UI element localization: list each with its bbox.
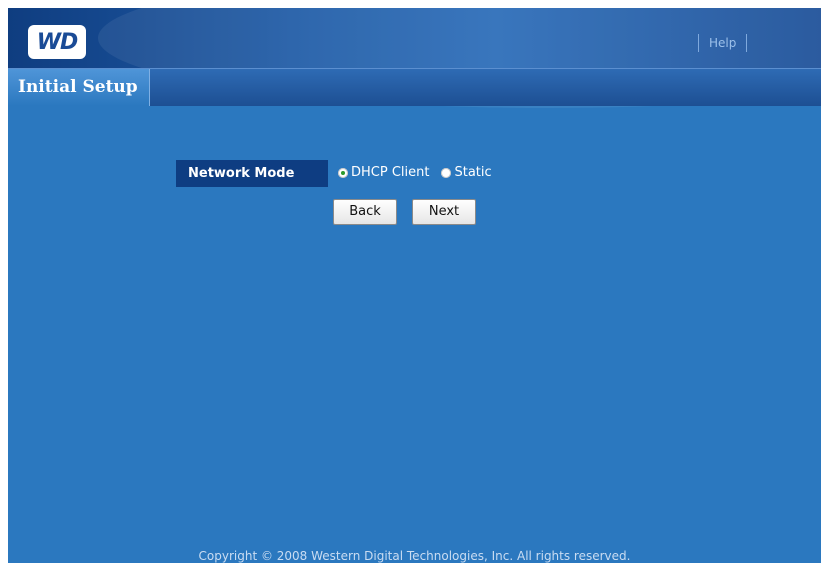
- radio-dhcp-label: DHCP Client: [351, 165, 430, 180]
- network-mode-radio-group: DHCP Client Static: [338, 165, 504, 180]
- divider: [698, 34, 699, 52]
- divider: [746, 34, 748, 52]
- back-button[interactable]: Back: [333, 199, 397, 225]
- radio-static-label: Static: [454, 165, 492, 180]
- radio-dhcp-client[interactable]: DHCP Client: [338, 165, 429, 180]
- app-frame: WD Help Initial Setup Network Mode DHCP …: [8, 8, 821, 563]
- copyright-footer: Copyright © 2008 Western Digital Technol…: [198, 549, 631, 563]
- logo-text: WD: [36, 29, 79, 55]
- next-button[interactable]: Next: [412, 199, 476, 225]
- help-area: Help: [698, 34, 748, 52]
- radio-button-unchecked-icon[interactable]: [441, 167, 452, 178]
- help-link[interactable]: Help: [709, 36, 736, 50]
- wd-logo: WD: [28, 25, 86, 59]
- network-mode-label: Network Mode: [176, 160, 328, 187]
- tab-initial-setup[interactable]: Initial Setup: [8, 69, 150, 106]
- header-bar: WD Help: [8, 8, 821, 108]
- radio-static[interactable]: Static: [441, 165, 492, 180]
- radio-button-checked-icon[interactable]: [338, 167, 348, 178]
- tab-bar: Initial Setup: [8, 68, 821, 106]
